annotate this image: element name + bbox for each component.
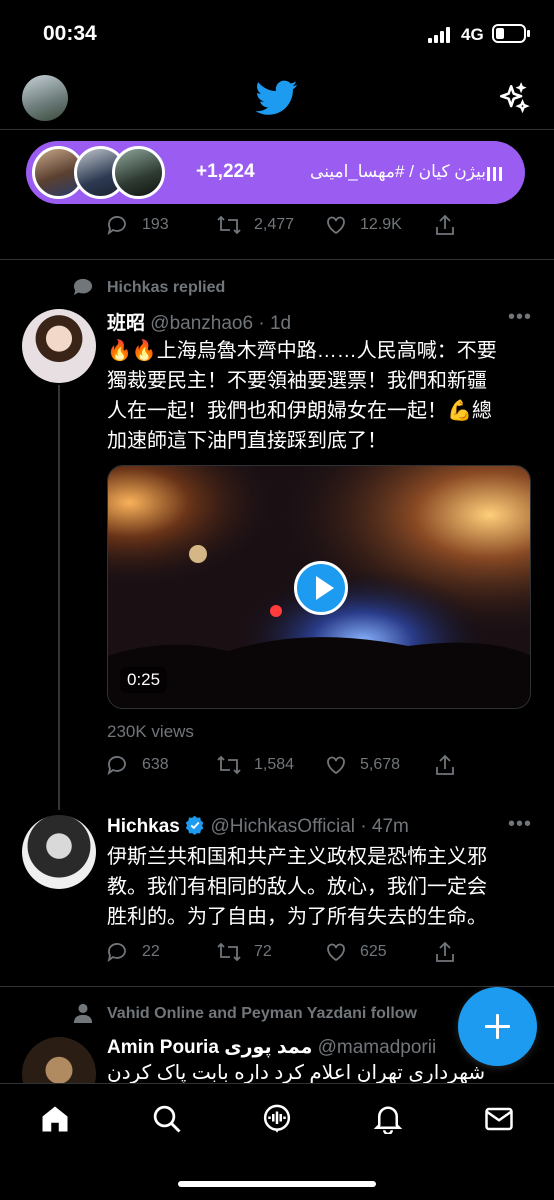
heart-icon	[327, 756, 345, 775]
author-handle[interactable]: @mamadporii	[318, 1037, 437, 1058]
tweet-action-bar: 193 2,477 12.9K	[106, 213, 526, 243]
retweet-count: 1,584	[254, 756, 295, 773]
heart-icon	[327, 216, 345, 235]
tweet-header: Hichkas @HichkasOfficial · 47m	[107, 815, 409, 838]
tweet-text-line: 伊斯兰共和国和共产主义政权是恐怖主义邪	[107, 846, 487, 868]
like-button[interactable]: 625	[324, 940, 387, 964]
network-type: 4G	[461, 25, 484, 44]
tweet-time: · 1d	[258, 313, 292, 334]
tweet-header: 班昭 @banzhao6 · 1d	[107, 308, 291, 335]
play-button[interactable]	[294, 561, 348, 615]
more-options-icon[interactable]: •••	[508, 813, 532, 836]
divider	[0, 986, 554, 987]
battery-icon	[492, 24, 530, 43]
search-icon[interactable]	[152, 1104, 182, 1134]
like-count: 625	[360, 943, 387, 960]
retweet-button[interactable]: 1,584	[216, 753, 294, 777]
author-avatar[interactable]	[22, 815, 96, 889]
notifications-bell-icon[interactable]	[373, 1104, 403, 1134]
author-handle[interactable]: @HichkasOfficial	[210, 816, 355, 837]
reply-icon	[107, 756, 126, 776]
cellular-signal-icon	[428, 27, 454, 43]
live-space-banner[interactable]: +1,224 بیژن کیان / #مهسا_امینی	[26, 141, 525, 204]
status-bar: 00:34 4G	[0, 0, 554, 70]
divider	[0, 259, 554, 260]
spaces-icon[interactable]	[262, 1104, 292, 1134]
home-icon[interactable]	[40, 1104, 70, 1134]
messages-envelope-icon[interactable]	[484, 1104, 514, 1134]
space-listener-count: +1,224	[196, 161, 255, 182]
reply-count: 638	[142, 756, 169, 773]
twitter-bird-icon[interactable]	[256, 80, 298, 116]
tweet-text-line: 獨裁要民主！不要領袖要選票！我們和新疆	[107, 370, 487, 392]
reply-button[interactable]: 193	[106, 213, 169, 237]
retweet-button[interactable]: 72	[216, 940, 272, 964]
status-time: 00:34	[43, 22, 97, 45]
view-count: 230K views	[107, 722, 194, 741]
reply-icon	[107, 943, 126, 963]
retweet-button[interactable]: 2,477	[216, 213, 294, 237]
retweet-count: 72	[254, 943, 272, 960]
heart-icon	[327, 943, 345, 962]
tweet-action-bar: 638 1,584 5,678	[106, 753, 526, 783]
author-name[interactable]: Hichkas	[107, 816, 180, 837]
compose-tweet-button[interactable]	[458, 987, 537, 1066]
tweet-header: Amin Pouria ممد پوری @mamadporii	[107, 1036, 436, 1059]
retweet-icon	[217, 215, 241, 235]
social-context[interactable]: Hichkas replied	[107, 279, 225, 297]
share-button[interactable]	[434, 753, 456, 777]
person-icon	[73, 1003, 93, 1023]
verified-badge-icon	[185, 815, 204, 835]
tweet-text-line: 🔥🔥上海烏魯木齊中路……人民高喊：不要	[107, 340, 497, 362]
social-context[interactable]: Vahid Online and Peyman Yazdani follow	[107, 1005, 417, 1023]
retweet-icon	[217, 942, 241, 962]
share-button[interactable]	[434, 213, 456, 237]
reply-count: 193	[142, 216, 169, 233]
top-bar	[0, 70, 554, 130]
tweet-text: 🔥🔥上海烏魯木齊中路……人民高喊：不要 獨裁要民主！不要領袖要選票！我們和新疆 …	[107, 336, 525, 456]
reply-count: 22	[142, 943, 160, 960]
like-button[interactable]: 5,678	[324, 753, 400, 777]
share-icon	[436, 754, 454, 775]
author-name[interactable]: 班昭	[107, 313, 145, 334]
retweet-count: 2,477	[254, 216, 295, 233]
reply-icon	[107, 216, 126, 236]
reply-context-icon	[73, 278, 93, 296]
tweet-time: · 47m	[360, 816, 409, 837]
author-avatar[interactable]	[22, 309, 96, 383]
audio-bars-icon	[487, 165, 503, 181]
share-icon	[436, 214, 454, 235]
home-indicator	[178, 1181, 376, 1187]
share-button[interactable]	[434, 940, 456, 964]
tweet-video[interactable]: 0:25	[107, 465, 531, 709]
sparkle-icon[interactable]	[497, 82, 531, 116]
author-name[interactable]: Amin Pouria ممد پوری	[107, 1037, 312, 1058]
like-count: 12.9K	[360, 216, 402, 233]
like-count: 5,678	[360, 756, 401, 773]
share-icon	[436, 941, 454, 962]
like-button[interactable]: 12.9K	[324, 213, 402, 237]
author-handle[interactable]: @banzhao6	[150, 313, 253, 334]
retweet-icon	[217, 755, 241, 775]
space-speaker-avatar	[112, 146, 165, 199]
tweet-text-line: 加速師這下油門直接踩到底了！	[107, 430, 387, 452]
reply-button[interactable]: 22	[106, 940, 160, 964]
tweet-text-line: 胜利的。为了自由，为了所有失去的生命。	[107, 906, 487, 928]
tweet-action-bar: 22 72 625	[106, 940, 526, 970]
tweet-text-line: شهرداری تهران اعلام کرد داره بابت پاک کر…	[107, 1062, 486, 1084]
video-duration: 0:25	[120, 667, 168, 693]
profile-avatar[interactable]	[22, 75, 68, 121]
reply-button[interactable]: 638	[106, 753, 169, 777]
tweet-text: شهرداری تهران اعلام کرد داره بابت پاک کر…	[107, 1062, 531, 1084]
more-options-icon[interactable]: •••	[508, 306, 532, 329]
thread-line	[58, 385, 60, 810]
tweet-text: 伊斯兰共和国和共产主义政权是恐怖主义邪 教。我们有相同的敌人。放心，我们一定会 …	[107, 842, 525, 932]
tweet-text-line: 教。我们有相同的敌人。放心，我们一定会	[107, 876, 487, 898]
tweet-text-line: 人在一起！我們也和伊朗婦女在一起！💪總	[107, 400, 492, 422]
space-title: بیژن کیان / #مهسا_امینی	[310, 162, 486, 181]
